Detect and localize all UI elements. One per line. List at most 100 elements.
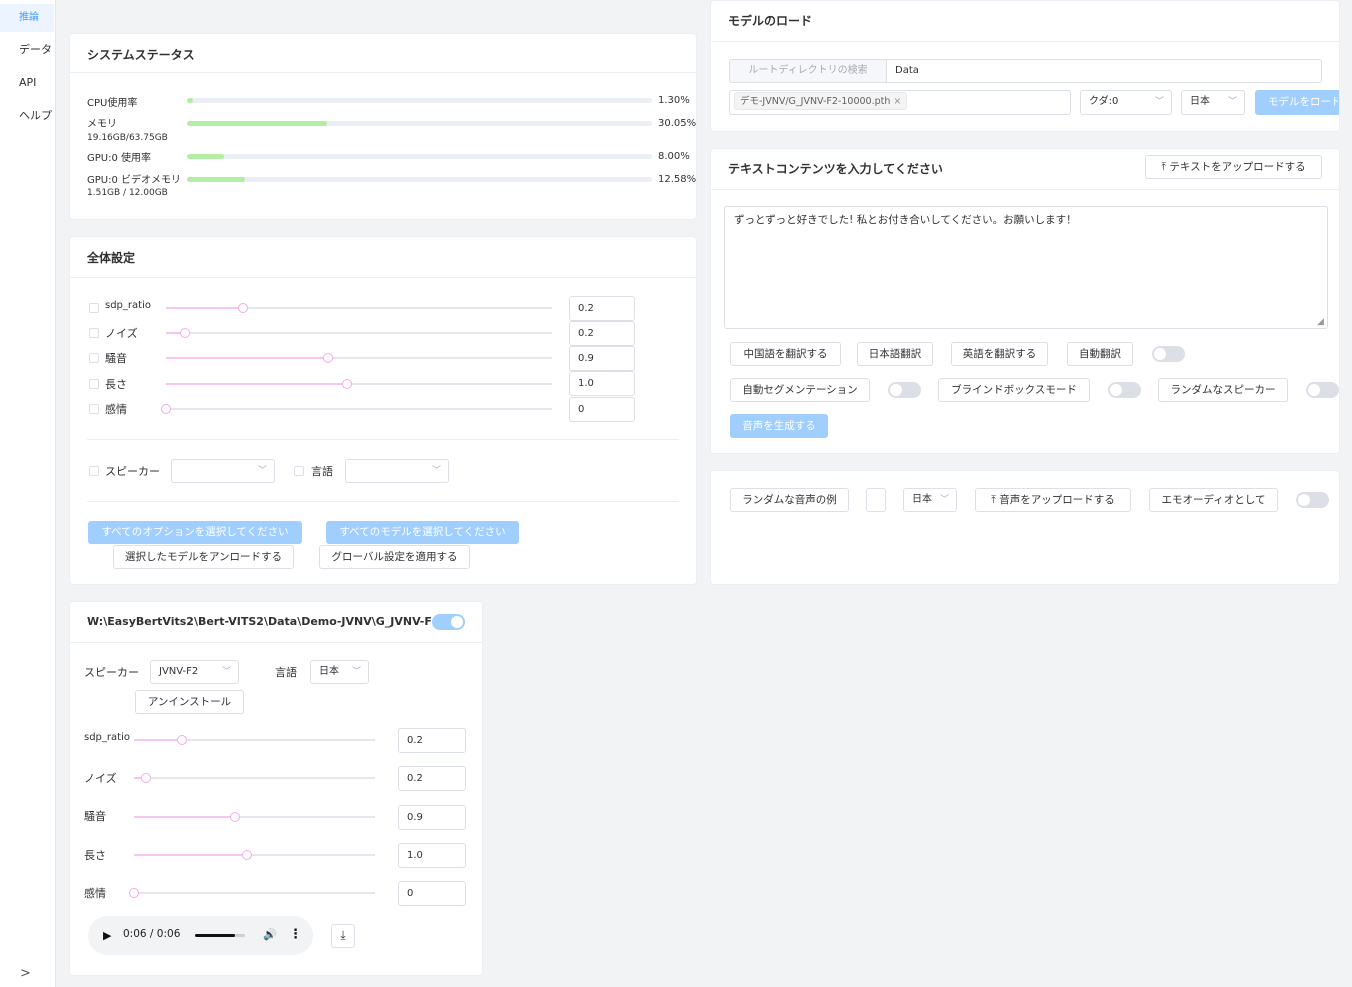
toggle-knob (1154, 348, 1166, 360)
model-length-label: 長さ (84, 849, 106, 862)
more-options-icon[interactable]: ⋮ (289, 927, 302, 942)
uninstall-button[interactable]: アンインストール (135, 690, 244, 714)
speaker-checkbox[interactable] (89, 466, 99, 476)
select-all-options-button[interactable]: すべてのオプションを選択してください (88, 521, 302, 544)
resize-handle-icon[interactable]: ◢ (1317, 317, 1324, 327)
sidebar-item-help[interactable]: ヘルプ (0, 102, 54, 130)
bar-fill (187, 121, 327, 126)
model-noise-w-slider[interactable] (134, 812, 375, 822)
slider-thumb[interactable] (129, 888, 139, 898)
noise-w-checkbox[interactable] (89, 353, 99, 363)
length-checkbox[interactable] (89, 379, 99, 389)
emotion-checkbox[interactable] (89, 404, 99, 414)
upload-audio-button[interactable]: ⤒ 音声をアップロードする (975, 488, 1131, 512)
auto-segmentation-toggle[interactable] (888, 382, 921, 398)
language-select[interactable]: ﹀ (345, 459, 449, 483)
length-slider[interactable] (166, 379, 552, 389)
emotion-slider[interactable] (161, 404, 552, 414)
unload-selected-models-button[interactable]: 選択したモデルをアンロードする (113, 545, 294, 569)
audio-example-slot[interactable] (866, 488, 886, 512)
play-icon[interactable]: ▶ (103, 929, 111, 942)
bar-fill (187, 154, 225, 159)
random-speaker-button[interactable]: ランダムなスピーカー (1158, 378, 1288, 402)
auto-translate-button[interactable]: 自動翻訳 (1067, 342, 1133, 366)
speaker-select[interactable]: ﹀ (171, 459, 275, 483)
global-settings-title: 全体設定 (87, 251, 136, 265)
audio-example-card: ランダムな音声の例 日本 ﹀ ⤒ 音声をアップロードする エモオーディオとして (710, 470, 1340, 585)
translate-japanese-button[interactable]: 日本語翻訳 (857, 342, 933, 366)
select-all-models-button[interactable]: すべてのモデルを選択してください (326, 521, 519, 544)
generate-audio-button[interactable]: 音声を生成する (730, 414, 828, 438)
model-load-title: モデルのロード (728, 14, 813, 28)
random-speaker-toggle[interactable] (1306, 382, 1339, 398)
chevron-down-icon: ﹀ (1154, 97, 1164, 107)
model-emotion-input[interactable]: 0 (398, 881, 466, 906)
language-checkbox[interactable] (294, 466, 304, 476)
device-select[interactable]: クダ:0 ﹀ (1080, 90, 1172, 115)
sidebar-item-api[interactable]: API (0, 69, 54, 97)
model-emotion-label: 感情 (84, 887, 106, 900)
slider-thumb[interactable] (238, 303, 249, 313)
text-content-area[interactable]: ずっとずっと好きでした! 私とお付き合いしてください。お願いします！ (724, 206, 1328, 329)
model-length-slider[interactable] (134, 850, 375, 860)
slider-thumb[interactable] (342, 379, 353, 389)
slider-thumb[interactable] (230, 812, 241, 822)
noise-input[interactable]: 0.2 (569, 321, 635, 346)
selected-value: 日本 (912, 494, 932, 505)
volume-icon[interactable]: 🔊 (263, 928, 277, 941)
sidebar-item-inference[interactable]: 推論 (0, 4, 54, 32)
audio-language-select[interactable]: 日本 ﹀ (903, 488, 957, 512)
model-noise-slider[interactable] (134, 773, 375, 783)
root-directory-search-button[interactable]: ルートディレクトリの検索 (729, 59, 887, 83)
slider-thumb[interactable] (177, 735, 188, 745)
slider-thumb[interactable] (242, 850, 253, 860)
noise-w-input[interactable]: 0.9 (569, 346, 635, 371)
auto-segmentation-button[interactable]: 自動セグメンテーション (730, 378, 870, 402)
upload-text-button[interactable]: ⤒ テキストをアップロードする (1145, 155, 1322, 179)
translate-english-button[interactable]: 英語を翻訳する (951, 342, 1048, 366)
noise-slider[interactable] (166, 328, 552, 338)
sdp-ratio-slider[interactable] (166, 303, 552, 313)
chevron-right-icon[interactable]: > (20, 966, 31, 981)
as-emo-audio-button[interactable]: エモオーディオとして (1149, 488, 1278, 512)
load-model-button[interactable]: モデルをロードす (1255, 90, 1339, 115)
audio-progress-track[interactable] (195, 934, 245, 937)
model-select[interactable]: デモ-JVNV/G_JVNV-F2-10000.pth × (729, 90, 1071, 115)
model-noise-w-input[interactable]: 0.9 (398, 805, 466, 830)
slider-thumb[interactable] (323, 353, 334, 363)
slider-thumb[interactable] (161, 404, 171, 414)
slider-thumb[interactable] (141, 773, 152, 783)
model-sdp-ratio-input[interactable]: 0.2 (398, 728, 466, 753)
chevron-down-icon: ﹀ (431, 466, 441, 476)
noise-w-slider[interactable] (166, 353, 552, 363)
slider-thumb[interactable] (180, 328, 191, 338)
sidebar-item-data[interactable]: データ (0, 36, 54, 64)
model-sdp-ratio-slider[interactable] (134, 735, 375, 745)
model-noise-input[interactable]: 0.2 (398, 766, 466, 791)
model-enable-toggle[interactable] (432, 614, 465, 630)
translate-chinese-button[interactable]: 中国語を翻訳する (730, 342, 841, 366)
blind-box-mode-toggle[interactable] (1108, 382, 1141, 398)
model-emotion-slider[interactable] (129, 888, 375, 898)
model-language-label: 言語 (275, 666, 297, 679)
system-status-card: システムステータス CPU使用率 1.30% メモリ 19.16GB/63.75… (69, 33, 697, 220)
sdp-ratio-input[interactable]: 0.2 (569, 296, 635, 321)
root-directory-input[interactable]: Data (886, 59, 1322, 83)
noise-checkbox[interactable] (89, 328, 99, 338)
auto-translate-toggle[interactable] (1152, 346, 1185, 362)
close-icon[interactable]: × (893, 96, 901, 107)
emotion-input[interactable]: 0 (569, 397, 635, 422)
random-audio-example-button[interactable]: ランダムな音声の例 (730, 488, 849, 512)
gpu-vram-bar (187, 177, 652, 182)
sdp-ratio-checkbox[interactable] (89, 303, 99, 313)
length-input[interactable]: 1.0 (569, 371, 635, 396)
load-language-select[interactable]: 日本 ﹀ (1181, 90, 1245, 115)
as-emo-audio-toggle[interactable] (1296, 492, 1329, 508)
blind-box-mode-button[interactable]: ブラインドボックスモード (938, 378, 1090, 402)
apply-global-settings-button[interactable]: グローバル設定を適用する (319, 545, 470, 569)
model-speaker-select[interactable]: JVNV-F2 ﹀ (150, 660, 239, 684)
model-language-select[interactable]: 日本 ﹀ (310, 660, 369, 684)
download-audio-button[interactable]: ⤓ (331, 924, 355, 948)
slider-fill (166, 357, 329, 359)
model-length-input[interactable]: 1.0 (398, 843, 466, 868)
